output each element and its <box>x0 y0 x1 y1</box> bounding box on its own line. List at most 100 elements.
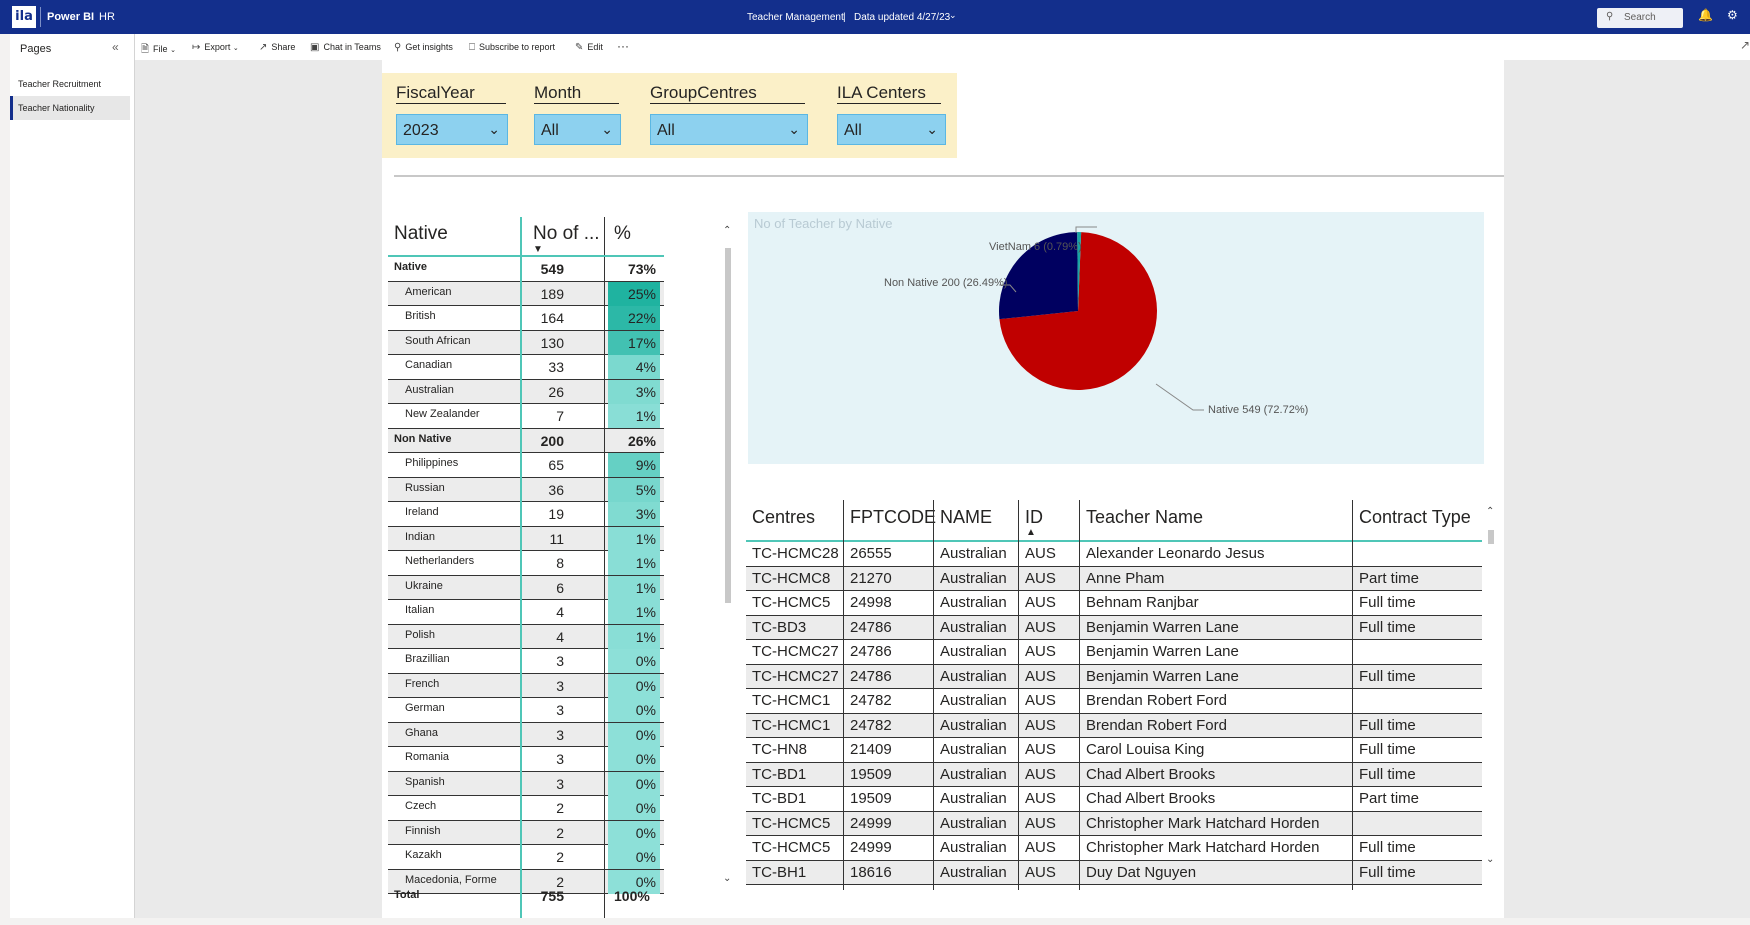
table-row[interactable]: TC-HCMC5 24998 Australian AUS Behnam Ranjbar… <box>746 591 1482 616</box>
app-name[interactable]: Power BI <box>47 11 94 23</box>
cell-name: Australian <box>940 569 1007 587</box>
subscribe-button[interactable]: ⎕ Subscribe to report <box>469 42 555 53</box>
column-header-centres[interactable]: Centres <box>752 507 815 528</box>
gear-icon[interactable]: ⚙ <box>1727 8 1738 22</box>
table-row[interactable]: TC-HN8 21409 Australian AUS Carol Louisa Kin… <box>746 738 1482 763</box>
scroll-thumb[interactable] <box>1488 530 1494 544</box>
scroll-down-icon[interactable]: ⌄ <box>1486 854 1494 865</box>
cell-fptcode: 24786 <box>850 643 892 660</box>
file-menu[interactable]: 🗎 File ⌄ <box>141 42 176 59</box>
column-header-id[interactable]: ID <box>1025 507 1043 528</box>
table-row[interactable]: TC-HCMC28 26555 Australian AUS Alexander Leo… <box>746 542 1482 567</box>
page-teacher-recruitment[interactable]: Teacher Recruitment <box>10 72 130 96</box>
matrix-row[interactable]: Spanish 3 0% <box>388 771 664 796</box>
chat-in-teams-button[interactable]: ▣ Chat in Teams <box>310 42 381 53</box>
share-button[interactable]: ↗ Share <box>259 42 295 53</box>
slicer-month: Month All ⌄ <box>520 73 624 158</box>
table-row[interactable]: TC-BD1 19509 Australian AUS Chad Albert Broo… <box>746 787 1482 812</box>
table-row[interactable]: TC-HCMC1 24782 Australian AUS Brendan Robert… <box>746 713 1482 738</box>
matrix-row[interactable]: Netherlanders 8 1% <box>388 551 664 576</box>
row-count: 36 <box>548 481 564 498</box>
table-row[interactable]: TC-BH1 18616 Australian AUS Duy Dat Nguyen Fu… <box>746 860 1482 885</box>
ila-logo[interactable]: ila <box>12 6 36 28</box>
get-insights-button[interactable]: ⚲ Get insights <box>394 42 453 53</box>
detail-scrollbar[interactable]: ⌃ ⌄ <box>1485 506 1497 868</box>
matrix-row[interactable]: Finnish 2 0% <box>388 820 664 845</box>
table-row[interactable]: TC-HCMC5 24999 Australian AUS Christopher Ma… <box>746 811 1482 836</box>
fiscal-year-dropdown[interactable]: 2023 ⌄ <box>396 114 508 145</box>
scroll-up-icon[interactable]: ⌃ <box>723 225 731 236</box>
cell-teacher-name: Benjamin Warren Lane <box>1086 618 1239 636</box>
column-header-count[interactable]: No of ... <box>533 223 600 245</box>
row-count: 164 <box>540 310 564 326</box>
matrix-row[interactable]: Polish 4 1% <box>388 624 664 649</box>
matrix-row[interactable]: French 3 0% <box>388 673 664 698</box>
matrix-scrollbar[interactable]: ⌃ ⌄ <box>722 225 734 889</box>
matrix-row[interactable]: New Zealander 7 1% <box>388 404 664 429</box>
bell-icon[interactable]: 🔔 <box>1698 8 1713 22</box>
table-row[interactable]: TC-BD1 19509 Australian AUS Chad Albert Broo… <box>746 762 1482 787</box>
collapse-pane-icon[interactable]: « <box>112 40 119 54</box>
scroll-thumb[interactable] <box>725 248 731 603</box>
matrix-row[interactable]: Ireland 19 3% <box>388 502 664 527</box>
search-box[interactable]: ⚲ Search <box>1597 8 1683 28</box>
cell-name: Australian <box>940 839 1007 856</box>
scroll-down-icon[interactable]: ⌄ <box>723 873 731 884</box>
month-dropdown[interactable]: All ⌄ <box>534 114 621 145</box>
matrix-row[interactable]: Ukraine 6 1% <box>388 575 664 600</box>
expand-icon[interactable]: ↗ <box>1740 38 1750 52</box>
slicer-label: FiscalYear <box>396 83 475 102</box>
table-row[interactable]: TC-HCMC27 24786 Australian AUS Benjamin Warr… <box>746 640 1482 665</box>
matrix-row[interactable]: British 164 22% <box>388 306 664 331</box>
column-header-native[interactable]: Native <box>394 223 448 245</box>
column-header-fptcode[interactable]: FPTCODE <box>850 507 936 528</box>
matrix-row[interactable]: Romania 3 0% <box>388 747 664 772</box>
table-row[interactable]: TC-BD3 24786 Australian AUS Benjamin Warren … <box>746 615 1482 640</box>
matrix-row[interactable]: Australian 26 3% <box>388 379 664 404</box>
matrix-row[interactable]: Indian 11 1% <box>388 526 664 551</box>
scroll-up-icon[interactable]: ⌃ <box>1486 506 1494 517</box>
column-header-teacher-name[interactable]: Teacher Name <box>1086 507 1203 528</box>
pie-chart[interactable] <box>748 212 1484 464</box>
column-header-name[interactable]: NAME <box>940 507 992 528</box>
matrix-row[interactable]: Ghana 3 0% <box>388 722 664 747</box>
export-menu[interactable]: ↦ Export ⌄ <box>192 42 239 53</box>
section-divider <box>394 175 1504 177</box>
column-header-percent[interactable]: % <box>614 223 631 245</box>
table-row[interactable]: TC-HCMC1 24782 Australian AUS Brendan Robert… <box>746 689 1482 714</box>
matrix-row[interactable]: Italian 4 1% <box>388 600 664 625</box>
group-centres-dropdown[interactable]: All ⌄ <box>650 114 808 145</box>
matrix-row[interactable]: Brazillian 3 0% <box>388 649 664 674</box>
chevron-down-icon[interactable]: ⌄ <box>949 10 957 21</box>
table-row[interactable]: TC-HCMC5 24999 Australian AUS Christopher Ma… <box>746 836 1482 861</box>
workspace-link[interactable]: HR <box>99 11 115 23</box>
row-label: American <box>405 285 452 298</box>
cell-name: Australian <box>940 790 1007 807</box>
cell-name: Australian <box>940 594 1007 611</box>
matrix-row[interactable]: South African 130 17% <box>388 330 664 355</box>
matrix-row[interactable]: Philippines 65 9% <box>388 453 664 478</box>
more-options-icon[interactable]: ··· <box>617 39 629 53</box>
matrix-row[interactable]: American 189 25% <box>388 281 664 306</box>
matrix-row[interactable]: German 3 0% <box>388 698 664 723</box>
matrix-row[interactable]: Kazakh 2 0% <box>388 845 664 870</box>
cell-fptcode: 21270 <box>850 569 892 587</box>
page-teacher-nationality[interactable]: Teacher Nationality <box>10 96 130 120</box>
table-row[interactable]: TC-HCMC27 24786 Australian AUS Benjamin Warr… <box>746 664 1482 689</box>
data-updated-label[interactable]: Data updated 4/27/23 <box>854 12 950 23</box>
ila-centers-dropdown[interactable]: All ⌄ <box>837 114 946 145</box>
matrix-row[interactable]: Canadian 33 4% <box>388 355 664 380</box>
detail-header: Centres FPTCODE NAME ID ▲ Teacher Name C… <box>746 500 1482 542</box>
matrix-row[interactable]: Russian 36 5% <box>388 477 664 502</box>
column-header-contract-type[interactable]: Contract Type <box>1359 507 1471 528</box>
edit-button[interactable]: ✎ Edit <box>575 42 603 53</box>
pages-title: Pages <box>20 43 52 55</box>
matrix-group-row[interactable]: Native 549 73% <box>388 257 664 282</box>
matrix-group-row[interactable]: Non Native 200 26% <box>388 428 664 453</box>
cell-name: Australian <box>940 716 1007 734</box>
cell-id: AUS <box>1025 741 1056 758</box>
table-row[interactable]: TC-HCMC8 21270 Australian AUS Anne Pham Part … <box>746 566 1482 591</box>
matrix-row[interactable]: Czech 2 0% <box>388 796 664 821</box>
cell-centre: TC-BD1 <box>752 790 807 807</box>
row-count: 2 <box>556 800 564 816</box>
